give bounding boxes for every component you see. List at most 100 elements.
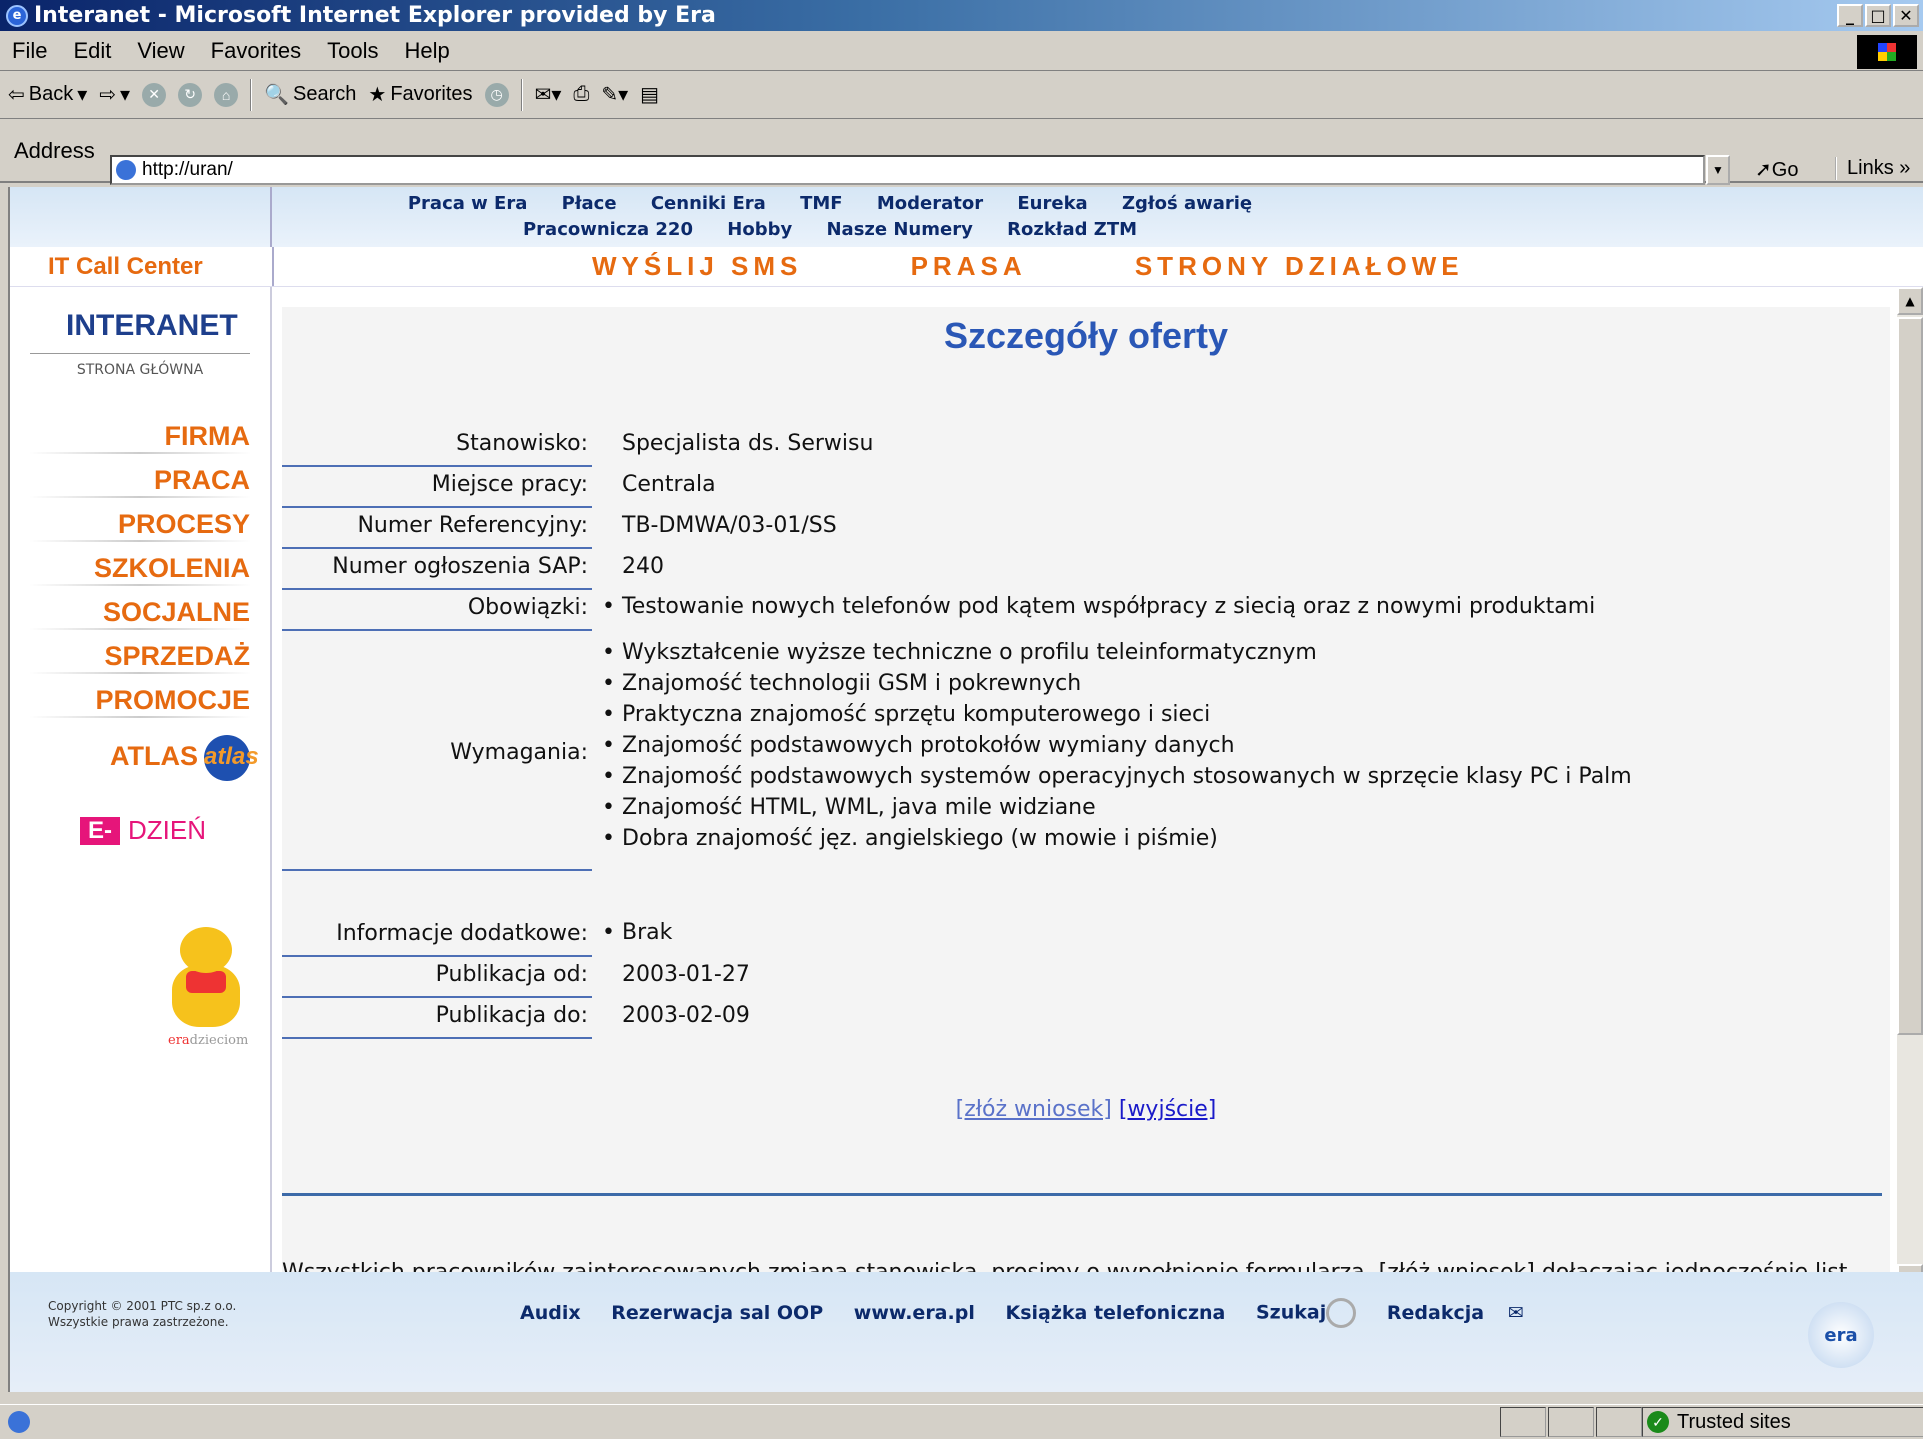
nav-rozklad-ztm[interactable]: Rozkład ZTM	[1007, 219, 1137, 240]
row-divider	[282, 629, 592, 631]
menu-favorites[interactable]: Favorites	[211, 38, 301, 64]
sidebar-item-atlas-label: ATLAS	[110, 741, 198, 772]
nav-cenniki-era[interactable]: Cenniki Era	[651, 193, 766, 214]
footer-links: Audix Rezerwacja sal OOP www.era.pl Ksią…	[520, 1298, 1548, 1328]
top-navigation: Praca w Era Płace Cenniki Era TMF Modera…	[10, 187, 1923, 247]
link-wyslij-sms[interactable]: WYŚLIJ SMS	[592, 251, 802, 281]
sidebar-item-szkolenia[interactable]: SZKOLENIA	[30, 553, 250, 586]
magnifier-icon[interactable]	[1326, 1298, 1357, 1328]
print-icon[interactable]: ⎙	[573, 83, 589, 106]
nav-tmf[interactable]: TMF	[800, 193, 843, 214]
search-button[interactable]: 🔍 Search	[264, 82, 356, 107]
nav-zglos-awarie[interactable]: Zgłoś awarię	[1122, 193, 1252, 214]
address-input[interactable]: http://uran/	[110, 155, 1705, 185]
section-links: WYŚLIJ SMS PRASA STRONY DZIAŁOWE	[592, 251, 1560, 282]
menu-edit[interactable]: Edit	[73, 38, 111, 64]
window-controls: _ □ ✕	[1837, 4, 1919, 27]
sidebar-item-sprzedaz[interactable]: SPRZEDAŻ	[30, 641, 250, 674]
forward-dropdown-icon[interactable]: ▾	[120, 82, 130, 107]
teddy-head	[180, 927, 232, 973]
list-item: Znajomość HTML, WML, java mile widziane	[596, 792, 1632, 823]
era-logo[interactable]: era	[1808, 1302, 1874, 1368]
menu-file[interactable]: File	[12, 38, 47, 64]
back-dropdown-icon[interactable]: ▾	[77, 82, 87, 107]
address-dropdown-icon[interactable]: ▼	[1706, 155, 1730, 185]
security-zone[interactable]: ✓ Trusted sites	[1642, 1407, 1923, 1437]
scroll-thumb[interactable]	[1897, 317, 1923, 1035]
field-label: Stanowisko:	[456, 431, 588, 456]
offer-actions: [złóż wniosek] [wyjście]	[282, 1097, 1890, 1122]
link-strony-dzialowe[interactable]: STRONY DZIAŁOWE	[1135, 251, 1464, 281]
back-button[interactable]: ⇦ Back ▾	[8, 82, 87, 107]
maximize-button[interactable]: □	[1865, 4, 1891, 27]
row-divider	[282, 1037, 592, 1039]
refresh-icon[interactable]: ↻	[178, 82, 203, 107]
toolbar-separator	[250, 78, 253, 111]
forward-button[interactable]: ⇨ ▾	[99, 82, 130, 107]
footer-link-rezerwacja[interactable]: Rezerwacja sal OOP	[611, 1302, 823, 1324]
links-button[interactable]: Links »	[1835, 157, 1910, 180]
sidebar-item-firma[interactable]: FIRMA	[30, 421, 250, 454]
nav-moderator[interactable]: Moderator	[877, 193, 983, 214]
home-icon[interactable]: ⌂	[214, 82, 239, 107]
sidebar-item-socjalne[interactable]: SOCJALNE	[30, 597, 250, 630]
e-dzien-link[interactable]: E- DZIEŃ	[80, 815, 206, 846]
scroll-up-icon[interactable]: ▲	[1897, 287, 1923, 315]
menu-tools[interactable]: Tools	[327, 38, 378, 64]
discuss-icon[interactable]: ▤	[640, 82, 659, 107]
menu-help[interactable]: Help	[405, 38, 450, 64]
section-divider	[282, 1193, 1882, 1196]
menu-bar: File Edit View Favorites Tools Help	[0, 31, 1923, 71]
footer-link-ksiazka[interactable]: Książka telefoniczna	[1005, 1302, 1225, 1324]
sidebar-item-promocje[interactable]: PROMOCJE	[30, 685, 250, 718]
wymagania-list: Wykształcenie wyższe techniczne o profil…	[596, 637, 1632, 854]
apply-link[interactable]: [złóż wniosek]	[956, 1097, 1112, 1122]
list-item: Znajomość podstawowych protokołów wymian…	[596, 730, 1632, 761]
field-label: Publikacja od:	[435, 962, 588, 987]
caption-era: era	[168, 1033, 190, 1048]
caption-dzieciom: dzieciom	[189, 1033, 249, 1048]
link-prasa[interactable]: PRASA	[911, 251, 1027, 281]
sidebar-title[interactable]: INTERANET	[66, 309, 238, 343]
history-icon[interactable]: ◷	[484, 82, 509, 107]
close-button[interactable]: ✕	[1893, 4, 1919, 27]
nav-praca-w-era[interactable]: Praca w Era	[408, 193, 528, 214]
nav-nasze-numery[interactable]: Nasze Numery	[826, 219, 972, 240]
sidebar-item-praca[interactable]: PRACA	[30, 465, 250, 498]
main-content: Szczegóły oferty Stanowisko: Specjalista…	[272, 287, 1892, 1317]
windows-logo-icon	[1857, 35, 1917, 69]
sidebar-item-procesy[interactable]: PROCESY	[30, 509, 250, 542]
search-icon: 🔍	[264, 84, 289, 106]
vertical-scrollbar[interactable]: ▲ ▼	[1897, 287, 1923, 1292]
field-label: Numer Referencyjny:	[357, 513, 588, 538]
go-button[interactable]: ➚Go	[1755, 157, 1798, 182]
nav-hobby[interactable]: Hobby	[727, 219, 792, 240]
footer-link-www-era[interactable]: www.era.pl	[854, 1302, 975, 1324]
sidebar-item-atlas[interactable]: ATLAS atlas	[30, 735, 259, 781]
footer-link-szukaj[interactable]: Szukaj	[1256, 1302, 1326, 1324]
footer-link-audix[interactable]: Audix	[520, 1302, 581, 1324]
exit-link[interactable]: [wyjście]	[1119, 1097, 1217, 1122]
nav-place[interactable]: Płace	[562, 193, 617, 214]
field-value: TB-DMWA/03-01/SS	[622, 513, 837, 538]
topnav-row-2: Pracownicza 220 Hobby Nasze Numery Rozkł…	[10, 219, 1650, 240]
nav-eureka[interactable]: Eureka	[1017, 193, 1087, 214]
stop-icon[interactable]: ✕	[142, 82, 167, 107]
favorites-button[interactable]: ★ Favorites	[368, 82, 472, 107]
envelope-icon[interactable]: ✉	[1508, 1302, 1524, 1324]
toolbar: ⇦ Back ▾ ⇨ ▾ ✕ ↻ ⌂ 🔍 Search ★ Favorites …	[0, 71, 1923, 119]
sidebar-subtitle[interactable]: STRONA GŁÓWNA	[30, 353, 250, 378]
field-value: 2003-01-27	[622, 962, 750, 987]
title-bar: e Interanet - Microsoft Internet Explore…	[0, 0, 1923, 31]
nav-pracownicza-220[interactable]: Pracownicza 220	[523, 219, 693, 240]
mail-icon[interactable]: ✉▾	[535, 82, 562, 107]
teddy-bear-image[interactable]: eradzieciom	[158, 927, 258, 1048]
address-url: http://uran/	[142, 159, 233, 180]
it-call-center-link[interactable]: IT Call Center	[48, 253, 203, 281]
footer-link-redakcja[interactable]: Redakcja	[1387, 1302, 1484, 1324]
copyright-line-1: Copyright © 2001 PTC sp.z o.o.	[48, 1299, 237, 1313]
favorites-label: Favorites	[390, 83, 473, 105]
edit-icon[interactable]: ✎▾	[601, 82, 628, 107]
minimize-button[interactable]: _	[1837, 4, 1863, 27]
menu-view[interactable]: View	[137, 38, 184, 64]
